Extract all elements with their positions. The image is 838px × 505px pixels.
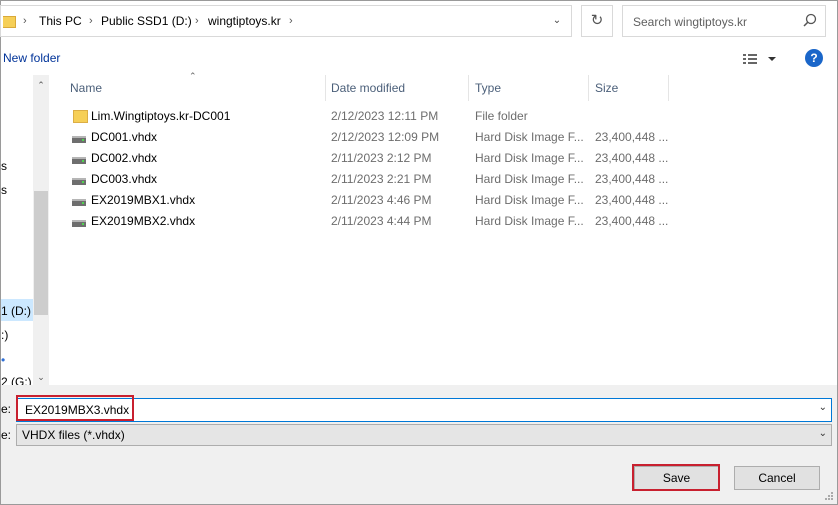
column-divider[interactable] xyxy=(325,75,326,101)
address-bar[interactable]: › This PC › Public SSD1 (D:) › wingtipto… xyxy=(0,5,572,37)
address-row: › This PC › Public SSD1 (D:) › wingtipto… xyxy=(0,1,837,43)
chevron-right-icon[interactable]: › xyxy=(289,6,293,36)
nav-item[interactable]: s xyxy=(1,183,7,197)
file-row[interactable]: Lim.Wingtiptoys.kr-DC001 2/12/2023 12:11… xyxy=(69,106,829,127)
search-input[interactable] xyxy=(631,12,800,32)
chevron-down-icon[interactable]: ⌄ xyxy=(819,402,827,413)
cancel-button[interactable]: Cancel xyxy=(734,466,820,490)
chevron-down-icon[interactable]: ⌄ xyxy=(819,428,827,439)
file-size: 23,400,448 ... xyxy=(595,151,669,165)
file-name-field[interactable]: ⌄ xyxy=(16,398,832,422)
file-list: ⌃ Name Date modified Type Size Lim.Wingt… xyxy=(49,71,837,385)
breadcrumb-drive[interactable]: Public SSD1 (D:) xyxy=(101,6,192,36)
navigation-pane: s s 1 (D:) :) • 2 (G:) ⌃ ⌄ xyxy=(1,75,49,385)
chevron-right-icon[interactable]: › xyxy=(23,6,27,36)
file-type-select[interactable]: VHDX files (*.vhdx) ⌄ xyxy=(16,424,832,446)
nav-item-drive-g[interactable]: 2 (G:) xyxy=(1,375,32,385)
file-size: 23,400,448 ... xyxy=(595,172,669,186)
file-type: Hard Disk Image F... xyxy=(475,214,584,228)
chevron-down-icon[interactable]: ⌄ xyxy=(544,6,570,36)
resize-grip-icon[interactable] xyxy=(824,491,834,501)
column-header-name[interactable]: Name xyxy=(70,75,102,101)
file-size: 23,400,448 ... xyxy=(595,193,669,207)
file-size: 23,400,448 ... xyxy=(595,214,669,228)
file-type: File folder xyxy=(475,109,528,123)
disk-image-icon xyxy=(72,157,86,164)
nav-item-drive-d[interactable]: 1 (D:) xyxy=(1,304,31,318)
file-type-value: VHDX files (*.vhdx) xyxy=(22,428,125,442)
file-date: 2/11/2023 2:12 PM xyxy=(331,151,432,165)
file-row[interactable]: DC001.vhdx 2/12/2023 12:09 PM Hard Disk … xyxy=(69,127,829,148)
file-row[interactable]: EX2019MBX1.vhdx 2/11/2023 4:46 PM Hard D… xyxy=(69,190,829,211)
disk-image-icon xyxy=(72,220,86,227)
file-date: 2/11/2023 2:21 PM xyxy=(331,172,432,186)
nav-scrollbar[interactable]: ⌃ ⌄ xyxy=(33,75,49,385)
help-button[interactable]: ? xyxy=(805,49,823,67)
nav-item[interactable]: :) xyxy=(1,328,8,342)
file-row[interactable]: EX2019MBX2.vhdx 2/11/2023 4:44 PM Hard D… xyxy=(69,211,829,232)
nav-icon-fragment: • xyxy=(1,353,6,367)
disk-image-icon xyxy=(72,199,86,206)
column-header-type[interactable]: Type xyxy=(475,75,501,101)
file-date: 2/12/2023 12:11 PM xyxy=(331,109,439,123)
file-row[interactable]: DC002.vhdx 2/11/2023 2:12 PM Hard Disk I… xyxy=(69,148,829,169)
file-name: DC001.vhdx xyxy=(91,130,158,144)
highlight-box xyxy=(632,464,720,491)
scroll-up-icon[interactable]: ⌃ xyxy=(33,77,49,93)
file-type: Hard Disk Image F... xyxy=(475,130,584,144)
file-name: EX2019MBX1.vhdx xyxy=(91,193,196,207)
file-type-label: e: xyxy=(1,428,12,442)
highlight-box xyxy=(16,395,134,421)
file-name: Lim.Wingtiptoys.kr-DC001 xyxy=(91,109,231,123)
breadcrumb-this-pc[interactable]: This PC xyxy=(39,6,82,36)
search-icon[interactable] xyxy=(803,13,817,27)
file-name: EX2019MBX2.vhdx xyxy=(91,214,196,228)
refresh-button[interactable]: ↻ xyxy=(581,5,613,37)
file-type: Hard Disk Image F... xyxy=(475,151,584,165)
file-row[interactable]: DC003.vhdx 2/11/2023 2:21 PM Hard Disk I… xyxy=(69,169,829,190)
column-header-size[interactable]: Size xyxy=(595,75,618,101)
file-name: DC002.vhdx xyxy=(91,151,158,165)
file-date: 2/11/2023 4:44 PM xyxy=(331,214,432,228)
search-box[interactable] xyxy=(622,5,826,37)
new-folder-button[interactable]: New folder xyxy=(3,51,60,65)
file-name-input[interactable] xyxy=(23,401,807,419)
file-type: Hard Disk Image F... xyxy=(475,193,584,207)
file-name-label: e: xyxy=(1,402,12,416)
breadcrumb-folder[interactable]: wingtiptoys.kr xyxy=(208,6,281,36)
file-name: DC003.vhdx xyxy=(91,172,158,186)
folder-icon xyxy=(3,16,16,28)
refresh-icon: ↻ xyxy=(590,12,604,29)
column-divider[interactable] xyxy=(668,75,669,101)
file-date: 2/12/2023 12:09 PM xyxy=(331,130,440,144)
chevron-right-icon[interactable]: › xyxy=(89,6,93,36)
column-divider[interactable] xyxy=(588,75,589,101)
file-type: Hard Disk Image F... xyxy=(475,172,584,186)
scroll-down-icon[interactable]: ⌄ xyxy=(33,369,49,385)
sort-ascending-icon: ⌃ xyxy=(189,71,197,81)
view-options-icon[interactable] xyxy=(741,51,781,67)
chevron-right-icon[interactable]: › xyxy=(195,6,199,36)
disk-image-icon xyxy=(72,178,86,185)
disk-image-icon xyxy=(72,136,86,143)
toolbar: New folder ? xyxy=(1,43,837,75)
column-divider[interactable] xyxy=(468,75,469,101)
column-header-date[interactable]: Date modified xyxy=(331,75,405,101)
save-dialog: › This PC › Public SSD1 (D:) › wingtipto… xyxy=(0,0,838,505)
file-size: 23,400,448 ... xyxy=(595,130,669,144)
nav-item[interactable]: s xyxy=(1,159,7,173)
file-date: 2/11/2023 4:46 PM xyxy=(331,193,432,207)
folder-icon xyxy=(73,110,88,123)
scroll-thumb[interactable] xyxy=(34,191,48,315)
